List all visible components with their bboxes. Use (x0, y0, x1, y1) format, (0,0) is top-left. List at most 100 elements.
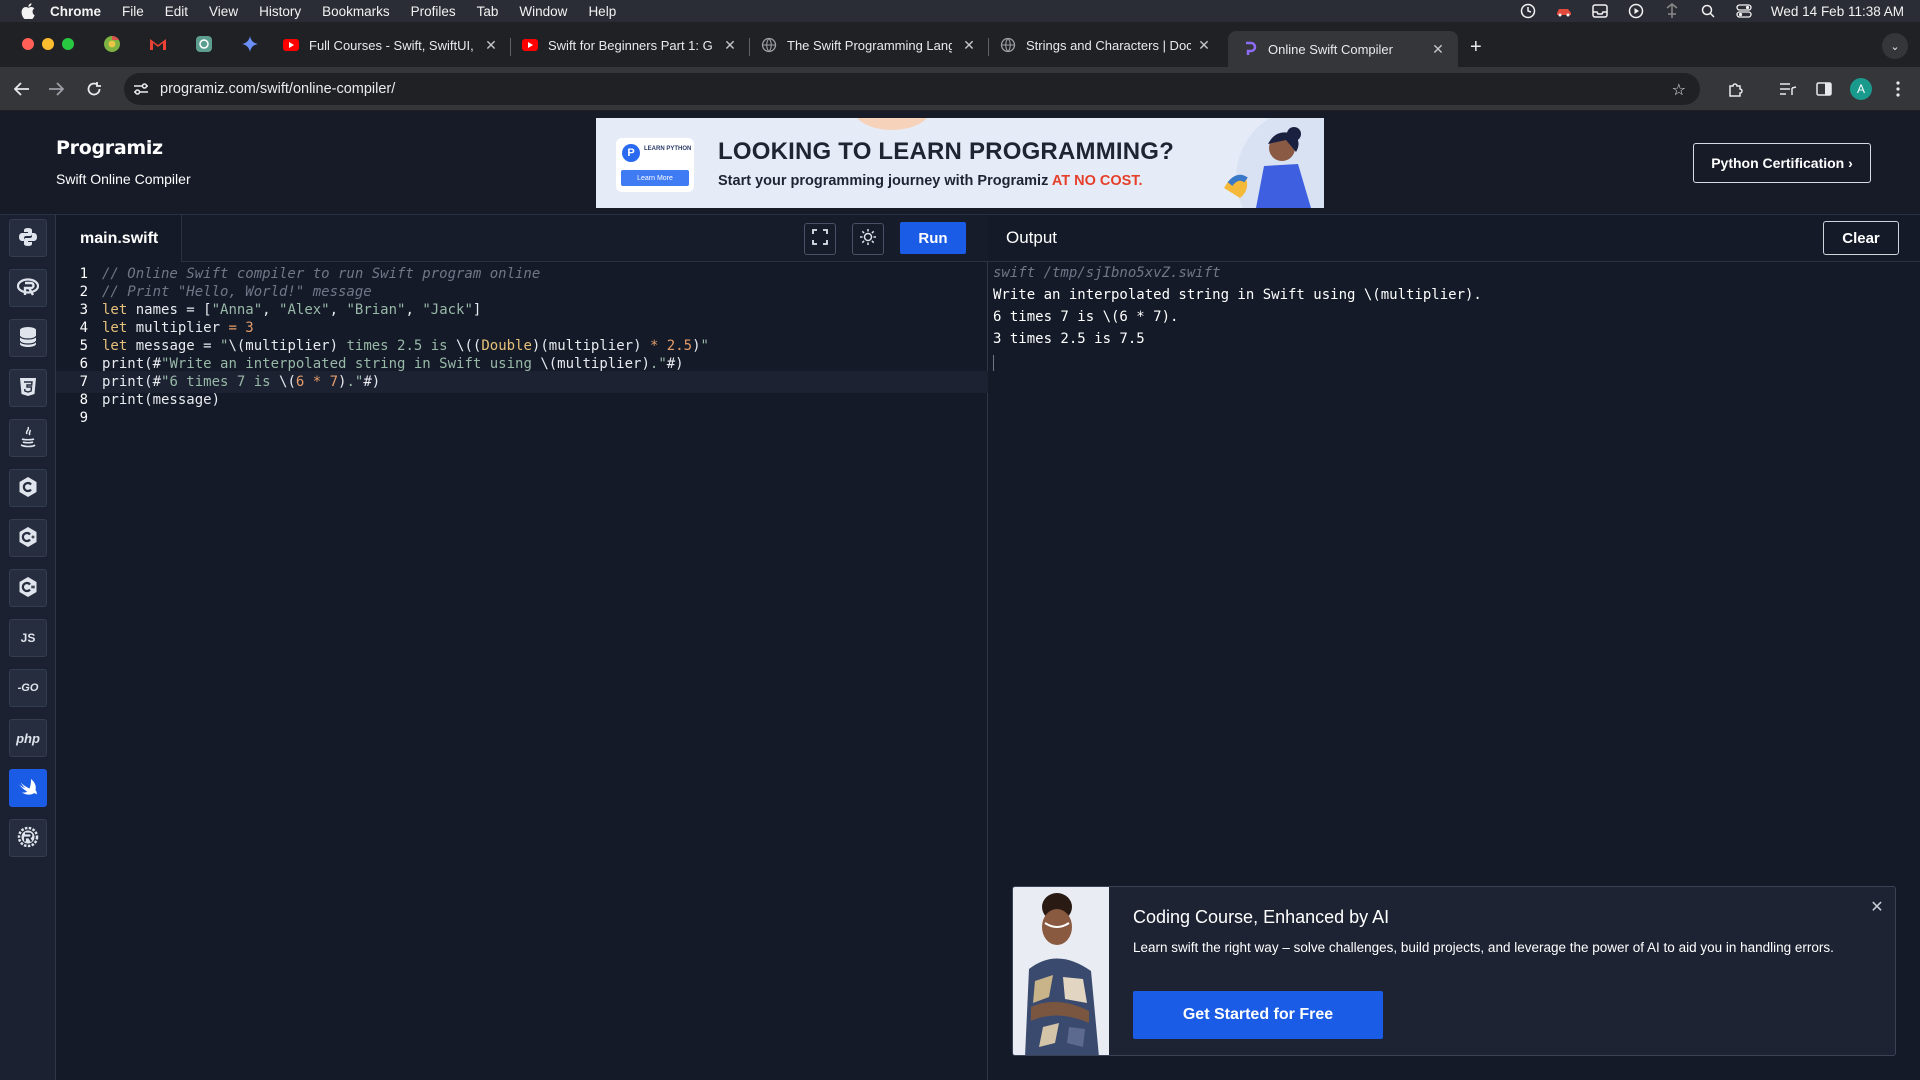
code-line[interactable]: 9 (56, 407, 988, 429)
bookmark-star-icon[interactable]: ☆ (1672, 80, 1686, 100)
pinned-tab-chrome-icon[interactable] (102, 34, 122, 54)
language-java-button[interactable] (9, 419, 47, 457)
new-tab-plus-icon[interactable]: + (1470, 36, 1482, 59)
code-token: #) (666, 356, 684, 372)
menu-help[interactable]: Help (588, 4, 616, 19)
line-number: 4 (79, 320, 88, 336)
car-status-icon[interactable] (1555, 4, 1573, 18)
code-token: "Jack" (422, 302, 473, 318)
clock-status-icon[interactable] (1519, 3, 1537, 19)
profile-avatar[interactable]: A (1850, 78, 1872, 100)
menu-bookmarks[interactable]: Bookmarks (322, 4, 390, 19)
menu-history[interactable]: History (259, 4, 301, 19)
output-console[interactable]: swift /tmp/sjIbno5xvZ.swift Write an int… (993, 262, 1913, 372)
code-token: , (405, 302, 423, 318)
address-bar[interactable]: programiz.com/swift/online-compiler/ ☆ (124, 73, 1700, 105)
tab-close-icon[interactable]: ✕ (722, 37, 738, 53)
extensions-puzzle-icon[interactable] (1726, 79, 1746, 99)
pinned-tab-gmail-icon[interactable] (148, 34, 168, 54)
menu-profiles[interactable]: Profiles (411, 4, 456, 19)
code-token: "6 times 7 is (161, 374, 280, 390)
theme-toggle-button[interactable] (852, 223, 884, 255)
play-status-icon[interactable] (1627, 3, 1645, 19)
tab-swift-programming-language[interactable]: The Swift Programming Langu ✕ (761, 31, 977, 59)
ad-sub-text: Start your programming journey with Prog… (718, 173, 1052, 189)
forward-arrow-icon[interactable] (46, 79, 66, 99)
window-zoom-button[interactable] (62, 38, 74, 50)
code-token: print(# (102, 356, 162, 372)
rust-icon (17, 826, 39, 851)
browser-toolbar: programiz.com/swift/online-compiler/ ☆ A (0, 67, 1920, 111)
language-r-button[interactable] (9, 269, 47, 307)
menu-window[interactable]: Window (519, 4, 567, 19)
chrome-menu-kebab-icon[interactable] (1888, 79, 1908, 99)
menu-edit[interactable]: Edit (165, 4, 188, 19)
tab-close-icon[interactable]: ✕ (1430, 41, 1446, 57)
language-c-button[interactable] (9, 469, 47, 507)
site-settings-icon[interactable] (132, 80, 150, 98)
ad-learn-more-button[interactable]: Learn More (621, 170, 689, 186)
window-minimize-button[interactable] (42, 38, 54, 50)
pinned-tab-chatgpt-icon[interactable] (194, 34, 214, 54)
promo-person-photo (1013, 887, 1109, 1055)
language-html-button[interactable] (9, 369, 47, 407)
code-token: #) (363, 374, 381, 390)
tab-search-chevron-icon[interactable]: ⌄ (1882, 33, 1908, 59)
tab-close-icon[interactable]: ✕ (483, 37, 499, 53)
inbox-status-icon[interactable] (1591, 4, 1609, 18)
language-cpp-button[interactable] (9, 519, 47, 557)
network-status-icon[interactable] (1663, 3, 1681, 18)
fullscreen-button[interactable] (804, 223, 836, 255)
language-php-button[interactable]: php (9, 719, 47, 757)
code-token: = 3 (228, 320, 254, 336)
ad-sub-accent: AT NO COST. (1051, 173, 1143, 189)
control-center-icon[interactable] (1735, 4, 1753, 18)
menu-file[interactable]: File (122, 4, 144, 19)
run-button[interactable]: Run (900, 222, 966, 254)
window-close-button[interactable] (22, 38, 34, 50)
tab-close-icon[interactable]: ✕ (961, 37, 977, 53)
promo-close-icon[interactable]: ✕ (1869, 899, 1885, 916)
tab-online-swift-compiler[interactable]: Online Swift Compiler ✕ (1228, 31, 1458, 67)
tab-separator (749, 38, 750, 56)
language-rust-button[interactable] (9, 819, 47, 857)
get-started-button[interactable]: Get Started for Free (1133, 991, 1383, 1039)
line-number: 8 (79, 392, 88, 408)
clear-output-button[interactable]: Clear (1823, 221, 1899, 255)
reading-list-icon[interactable] (1778, 79, 1798, 99)
line-number: 3 (79, 302, 88, 318)
language-swift-button[interactable] (9, 769, 47, 807)
code-token: "Anna" (211, 302, 263, 318)
tab-swift-beginners[interactable]: Swift for Beginners Part 1: Ge ✕ (522, 31, 738, 59)
code-token: \(( (456, 338, 482, 354)
spotlight-search-icon[interactable] (1699, 4, 1717, 18)
python-certification-button[interactable]: Python Certification › (1693, 143, 1871, 183)
menu-tab[interactable]: Tab (477, 4, 499, 19)
tab-full-courses[interactable]: Full Courses - Swift, SwiftUI, ✕ (283, 31, 499, 59)
language-sql-button[interactable] (9, 319, 47, 357)
reload-icon[interactable] (84, 79, 104, 99)
code-token: " (700, 338, 709, 354)
apple-icon[interactable] (20, 3, 36, 19)
file-tab-main-swift[interactable]: main.swift (56, 215, 182, 262)
menu-chrome[interactable]: Chrome (50, 4, 101, 19)
menubar-clock[interactable]: Wed 14 Feb 11:38 AM (1771, 4, 1904, 19)
language-csharp-button[interactable] (9, 569, 47, 607)
tab-close-icon[interactable]: ✕ (1196, 37, 1212, 53)
javascript-icon: JS (20, 631, 36, 645)
menu-view[interactable]: View (209, 4, 238, 19)
ad-logo-card: P LEARN PYTHON Learn More (616, 138, 694, 192)
language-python-button[interactable] (9, 219, 47, 257)
side-panel-icon[interactable] (1814, 79, 1834, 99)
language-javascript-button[interactable]: JS (9, 619, 47, 657)
code-text-area[interactable]: 1 // Online Swift compiler to run Swift p… (56, 262, 988, 1080)
output-input-line[interactable] (993, 350, 1913, 372)
swift-icon (17, 778, 39, 799)
pinned-tab-gemini-icon[interactable] (240, 34, 260, 54)
ad-banner[interactable]: P LEARN PYTHON Learn More LOOKING TO LEA… (596, 118, 1324, 208)
language-go-button[interactable]: -GO (9, 669, 47, 707)
back-arrow-icon[interactable] (12, 79, 32, 99)
programiz-logo[interactable]: Programiz (56, 137, 163, 159)
tab-strings-and-characters[interactable]: Strings and Characters | Docu ✕ (1000, 31, 1212, 59)
address-url[interactable]: programiz.com/swift/online-compiler/ (160, 81, 395, 97)
